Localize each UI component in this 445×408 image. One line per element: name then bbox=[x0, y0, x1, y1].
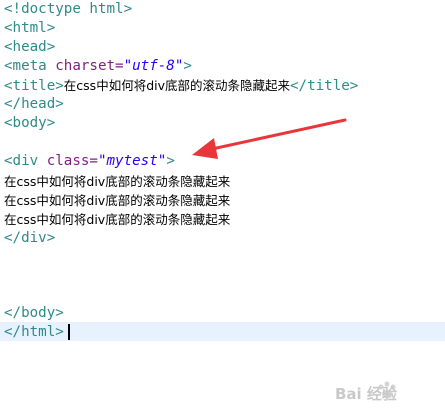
code-line-doctype: <!doctype html> bbox=[4, 1, 133, 17]
current-line-highlight bbox=[0, 322, 445, 341]
code-line-body-close: </body> bbox=[4, 305, 64, 321]
code-line-meta: <meta charset="utf-8"> bbox=[4, 57, 192, 76]
code-line-html-close: </html> bbox=[4, 324, 64, 340]
code-line-head-open: <head> bbox=[4, 39, 56, 55]
code-editor[interactable]: <!doctype html> <html> <head> <meta char… bbox=[0, 0, 445, 408]
div-tag-close: > bbox=[166, 153, 175, 169]
code-line-title: <title>在css中如何将div底部的滚动条隐藏起来</title> bbox=[4, 76, 358, 95]
code-line-html-open: <html> bbox=[4, 20, 56, 36]
div-class-value: "mytest" bbox=[97, 153, 167, 169]
content-line: 在css中如何将div底部的滚动条隐藏起来 bbox=[4, 174, 231, 189]
title-tag-open: <title> bbox=[4, 78, 64, 94]
content-line: 在css中如何将div底部的滚动条隐藏起来 bbox=[4, 212, 231, 227]
meta-value: "utf-8" bbox=[123, 58, 184, 74]
meta-tag-close: > bbox=[183, 58, 192, 74]
watermark-text: Bai 经验 bbox=[335, 385, 397, 403]
code-line-head-close: </head> bbox=[4, 96, 64, 112]
div-class-attr: class= bbox=[46, 153, 98, 169]
title-text: 在css中如何将div底部的滚动条隐藏起来 bbox=[63, 78, 290, 93]
code-line-body-open: <body> bbox=[4, 115, 56, 131]
div-tag-open: <div bbox=[4, 153, 47, 169]
meta-tag-open: <meta bbox=[4, 58, 56, 74]
content-line: 在css中如何将div底部的滚动条隐藏起来 bbox=[4, 193, 231, 208]
code-line-div-open: <div class="mytest"> bbox=[4, 152, 175, 171]
code-line-div-close: </div> bbox=[4, 230, 56, 246]
meta-attr: charset= bbox=[55, 58, 124, 74]
title-tag-close: </title> bbox=[290, 78, 359, 94]
watermark-logo: Bai 经验 bbox=[329, 378, 437, 404]
text-caret bbox=[68, 324, 70, 340]
